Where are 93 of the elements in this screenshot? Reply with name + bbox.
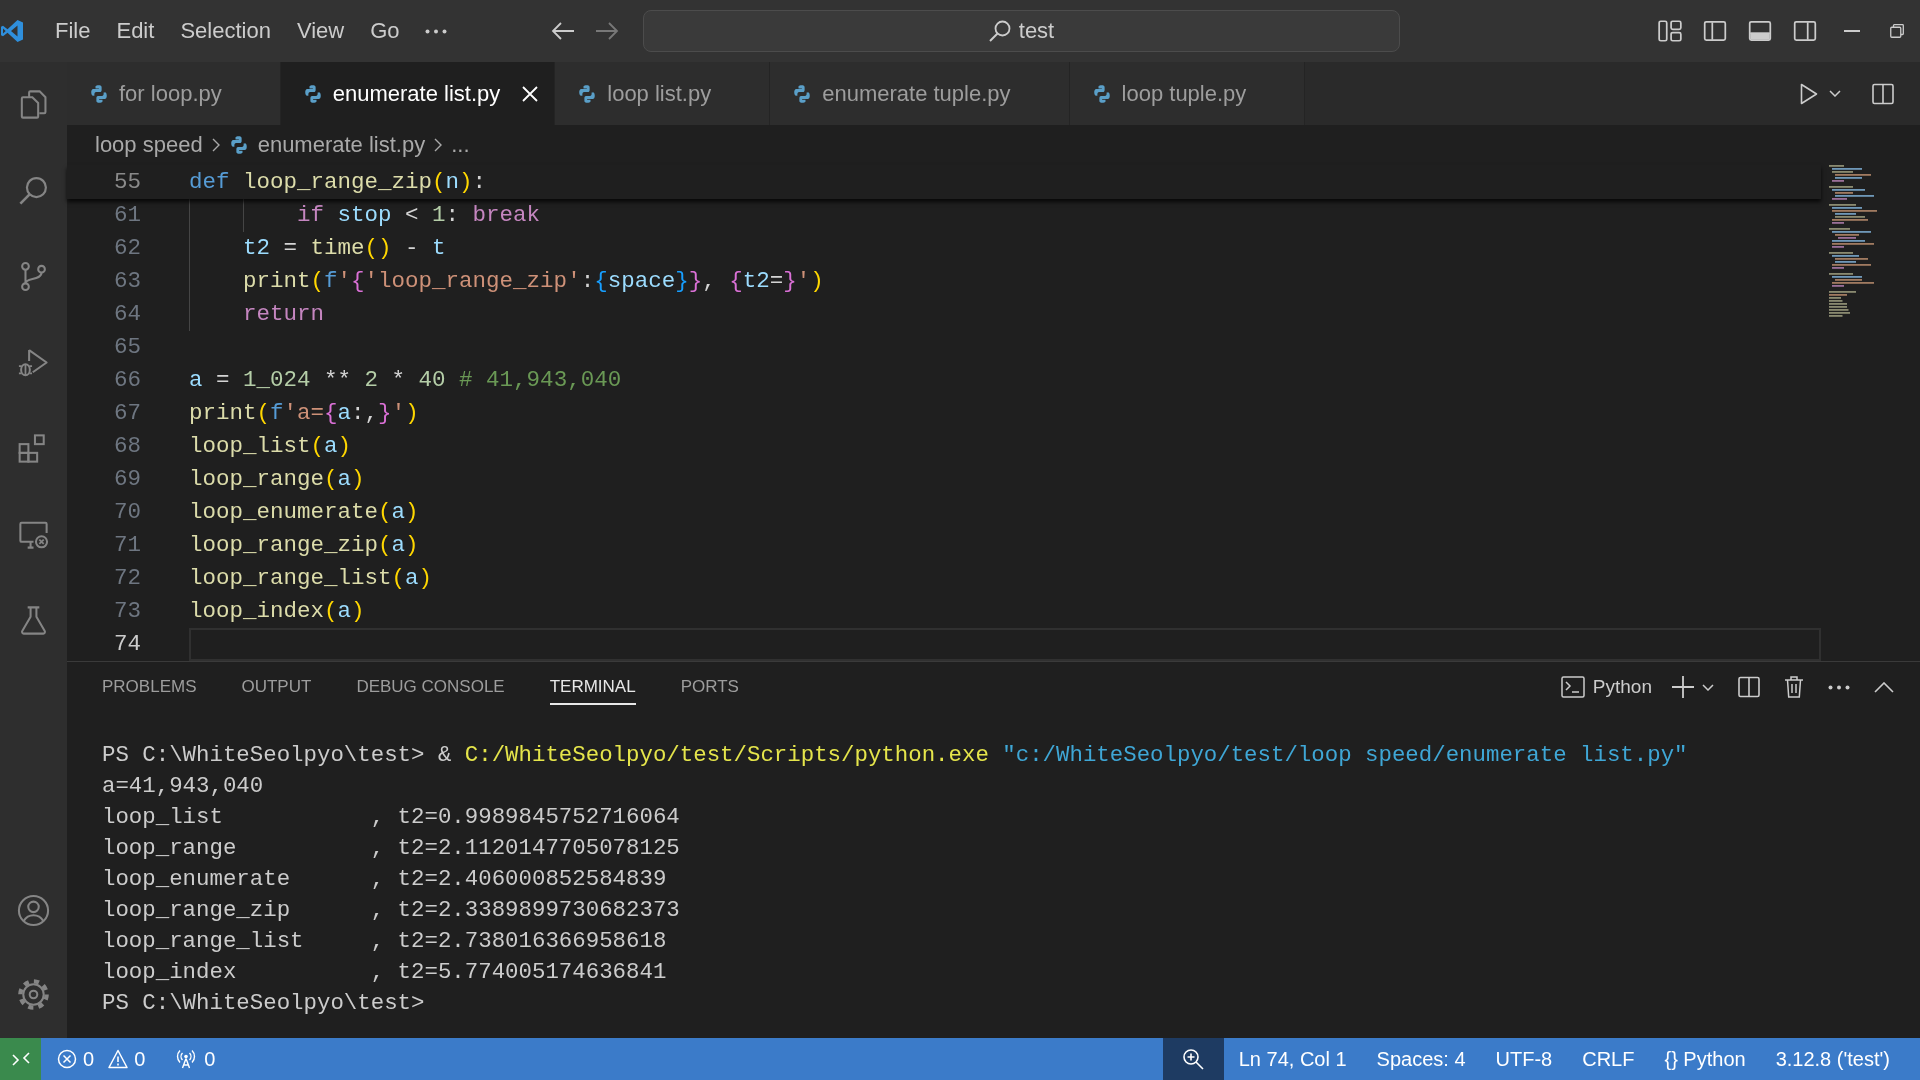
more-icon[interactable] — [1828, 684, 1850, 690]
line-number: 74 — [113, 630, 141, 659]
breadcrumb-item[interactable]: ... — [451, 132, 470, 158]
line-number: 67 — [113, 399, 141, 428]
terminal-line: loop_enumerate , t2=2.406000852584839 — [102, 865, 667, 894]
menu-item[interactable]: View — [283, 14, 358, 48]
warning-icon — [108, 1049, 129, 1069]
more-icon[interactable] — [424, 28, 447, 34]
panel-tab[interactable]: OUTPUT — [241, 669, 312, 705]
line-number: 61 — [113, 201, 141, 230]
logo-icon — [0, 19, 24, 43]
arrow-left-icon[interactable] — [551, 21, 575, 41]
chevron-down-icon[interactable] — [1829, 90, 1841, 97]
terminal-line: PS C:\WhiteSeolpyo\test> — [102, 989, 425, 1018]
panel-tab[interactable]: PORTS — [680, 669, 739, 705]
file-type-icon — [89, 83, 109, 104]
menu-item[interactable]: Go — [357, 14, 413, 48]
line-ending-indicator[interactable]: CRLF — [1567, 1038, 1650, 1080]
terminal-line: loop_range_zip , t2=2.3389899730682373 — [102, 896, 680, 925]
left-pane-layout-icon[interactable] — [1702, 18, 1728, 44]
chevron-right-icon — [434, 138, 443, 152]
code-line: def loop_range_zip(n): — [189, 168, 488, 197]
interpreter-indicator[interactable]: 3.12.8 ('test') — [1760, 1038, 1920, 1080]
trash-icon[interactable] — [1784, 675, 1804, 699]
plus-icon[interactable] — [1672, 676, 1694, 698]
zoom-indicator[interactable] — [1162, 1038, 1224, 1080]
line-number: 68 — [113, 432, 141, 461]
chevron-down-icon[interactable] — [1702, 683, 1714, 691]
line-number: 64 — [113, 300, 141, 329]
file-type-icon — [302, 83, 323, 104]
language-mode[interactable]: {} Python — [1649, 1038, 1761, 1080]
line-number: 69 — [113, 465, 141, 494]
terminal-line: loop_list , t2=0.9989845752716064 — [102, 803, 680, 832]
indentation-indicator[interactable]: Spaces: 4 — [1361, 1038, 1481, 1080]
search-icon — [988, 20, 1011, 42]
code-line: loop_enumerate(a) — [189, 498, 420, 527]
ports-indicator[interactable]: 0 — [160, 1038, 231, 1080]
terminal-icon — [1560, 676, 1585, 698]
cursor-position[interactable]: Ln 74, Col 1 — [1223, 1038, 1362, 1080]
bottom-pane-layout-icon[interactable] — [1747, 18, 1773, 44]
line-number: 66 — [113, 366, 141, 395]
remote-indicator[interactable] — [0, 1038, 41, 1080]
terminal-line: loop_range_list , t2=2.738016366958618 — [102, 927, 667, 956]
code-line: loop_list(a) — [189, 432, 353, 461]
play-icon[interactable] — [1800, 82, 1818, 105]
code-line: print(f'a={a:,}') — [189, 399, 420, 428]
zoom-in-icon — [1182, 1048, 1205, 1070]
terminal-line: loop_range , t2=2.1120147705078125 — [102, 834, 680, 863]
terminal-line: a=41,943,040 — [102, 772, 264, 801]
problems-indicator[interactable]: 0 0 — [41, 1038, 161, 1080]
file-type-icon — [1091, 83, 1112, 104]
breadcrumb-item[interactable]: loop speed — [95, 132, 203, 158]
gear-icon[interactable] — [16, 977, 51, 1012]
split-editor-icon[interactable] — [1872, 82, 1894, 105]
error-icon — [57, 1049, 77, 1069]
menu-item[interactable]: Selection — [167, 14, 284, 48]
panel-tab[interactable]: DEBUG CONSOLE — [356, 669, 505, 705]
antenna-icon — [176, 1049, 197, 1069]
command-center[interactable]: test — [643, 10, 1400, 52]
file-type-icon — [577, 83, 598, 104]
line-number: 62 — [113, 234, 141, 263]
line-number: 55 — [113, 168, 141, 197]
code-line: loop_range_list(a) — [189, 564, 434, 593]
chevron-up-icon[interactable] — [1874, 681, 1894, 693]
panel-tab[interactable]: PROBLEMS — [102, 669, 197, 705]
panel-tab[interactable]: TERMINAL — [549, 669, 636, 705]
right-pane-layout-icon[interactable] — [1792, 18, 1818, 44]
chevron-right-icon — [211, 138, 220, 152]
code-line: loop_index(a) — [189, 597, 366, 626]
terminal-line: loop_index , t2=5.774005174636841 — [102, 958, 667, 987]
close-icon[interactable] — [522, 85, 539, 102]
breadcrumb-item[interactable]: enumerate list.py — [228, 132, 426, 158]
grid-layout-icon[interactable] — [1657, 18, 1683, 44]
terminal-profile-button[interactable]: Python — [1560, 676, 1652, 698]
code-line: loop_range(a) — [189, 465, 366, 494]
code-line: a = 1_024 ** 2 * 40 # 41,943,040 — [189, 366, 623, 395]
encoding-indicator[interactable]: UTF-8 — [1480, 1038, 1568, 1080]
line-number: 70 — [113, 498, 141, 527]
editor-tab[interactable]: enumerate list.py — [280, 62, 556, 125]
line-number: 72 — [113, 564, 141, 593]
line-number: 73 — [113, 597, 141, 626]
line-number: 65 — [113, 333, 141, 362]
line-number: 71 — [113, 531, 141, 560]
file-type-icon — [792, 83, 813, 104]
menu-item[interactable]: Edit — [103, 14, 168, 48]
line-number: 63 — [113, 267, 141, 296]
terminal-line: PS C:\WhiteSeolpyo\test> & C:/WhiteSeolpyo/test/Scripts/python.exe "c:/WhiteSeolpyo/test/loop speed/enumerate list.py" — [102, 741, 1688, 770]
split-terminal-icon[interactable] — [1738, 676, 1760, 698]
account-icon[interactable] — [16, 893, 51, 928]
menu-item[interactable]: File — [42, 14, 104, 48]
restore-icon[interactable] — [1890, 24, 1904, 38]
file-type-icon — [228, 135, 249, 155]
code-line: loop_range_zip(a) — [189, 531, 420, 560]
